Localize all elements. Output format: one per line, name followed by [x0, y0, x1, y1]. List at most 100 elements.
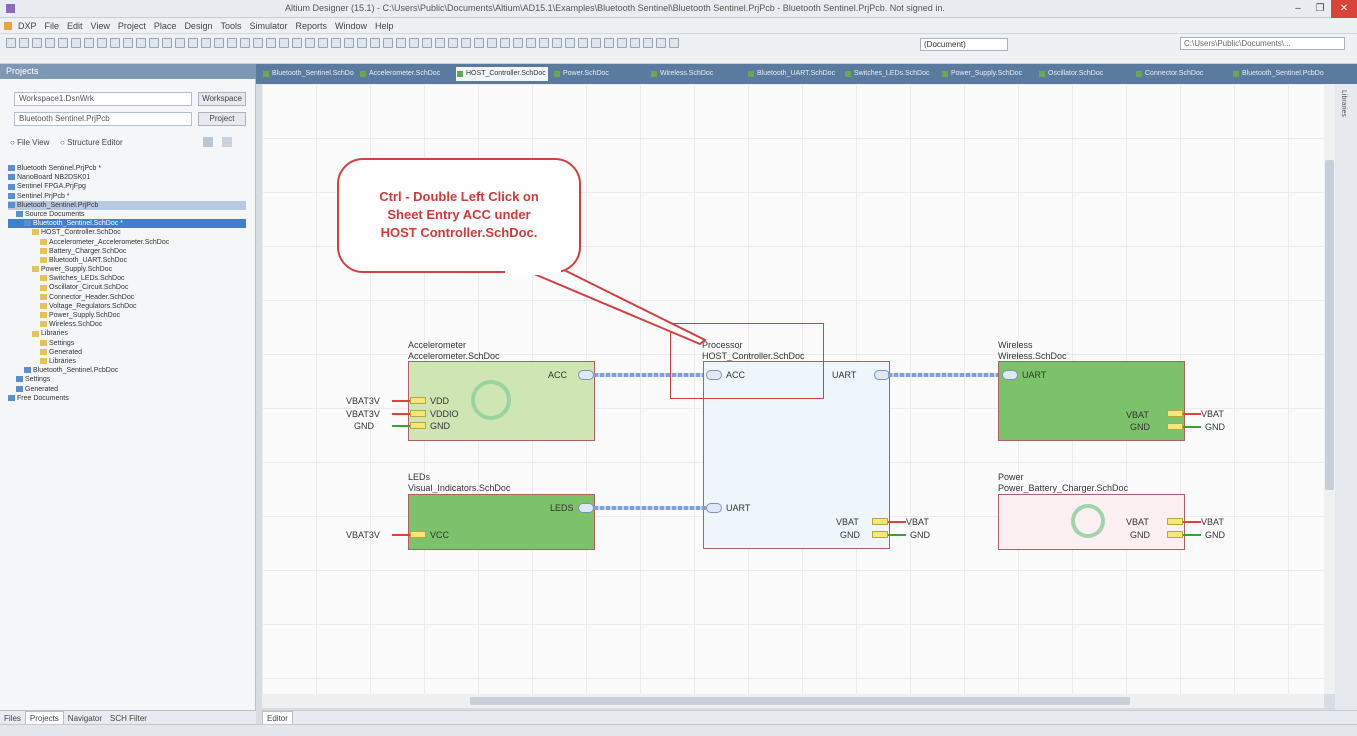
document-tab[interactable]: Bluetooth_Sentinel.PcbDoc: [1232, 67, 1324, 81]
toolbar-icon[interactable]: [214, 38, 224, 48]
tree-item[interactable]: Wireless.SchDoc: [8, 320, 246, 329]
tree-item[interactable]: Power_Supply.SchDoc: [8, 265, 246, 274]
toolbar-icon[interactable]: [552, 38, 562, 48]
toolbar-icon[interactable]: [227, 38, 237, 48]
toolbar-icon[interactable]: [370, 38, 380, 48]
toolbar-icon[interactable]: [487, 38, 497, 48]
dxp-icon[interactable]: [4, 22, 12, 30]
toolbar-icon[interactable]: [188, 38, 198, 48]
toolbar-icon[interactable]: [110, 38, 120, 48]
tree-item[interactable]: Bluetooth_Sentinel.PrjPcb: [8, 200, 246, 210]
structure-editor-radio[interactable]: ○ Structure Editor: [60, 138, 123, 147]
menu-design[interactable]: Design: [180, 18, 216, 34]
toolbar-icon[interactable]: [513, 38, 523, 48]
toolbar-icon[interactable]: [474, 38, 484, 48]
document-tab[interactable]: Bluetooth_Sentinel.SchDoc: [262, 67, 354, 81]
toolbar-icon[interactable]: [292, 38, 302, 48]
toolbar-icon[interactable]: [539, 38, 549, 48]
toolbar-icon[interactable]: [240, 38, 250, 48]
tree-item[interactable]: Source Documents: [8, 210, 246, 219]
toolbar-icon[interactable]: [45, 38, 55, 48]
toolbar-icon[interactable]: [643, 38, 653, 48]
toolbar-icon[interactable]: [149, 38, 159, 48]
tree-item[interactable]: Bluetooth_Sentinel.SchDoc *: [8, 219, 246, 229]
sheet-entry-acc[interactable]: ACC: [548, 370, 567, 380]
toolbar-icon[interactable]: [617, 38, 627, 48]
horizontal-scroll-thumb[interactable]: [470, 697, 1130, 705]
menu-window[interactable]: Window: [331, 18, 371, 34]
tree-item[interactable]: Generated: [8, 348, 246, 357]
menu-edit[interactable]: Edit: [63, 18, 87, 34]
sheet-entry-wireless-uart[interactable]: UART: [1022, 370, 1046, 380]
toolbar-icon[interactable]: [344, 38, 354, 48]
menu-dxp[interactable]: DXP: [14, 18, 41, 34]
toolbar-icon[interactable]: [71, 38, 81, 48]
tree-item[interactable]: Settings: [8, 375, 246, 384]
toolbar-icon[interactable]: [656, 38, 666, 48]
toolbar-icon[interactable]: [97, 38, 107, 48]
toolbar-icon[interactable]: [630, 38, 640, 48]
workspace-button[interactable]: Workspace: [198, 92, 246, 106]
minimize-button[interactable]: –: [1287, 0, 1309, 18]
sheet-entry-host-uart[interactable]: UART: [832, 370, 856, 380]
refresh-icon[interactable]: [203, 137, 213, 147]
close-button[interactable]: ✕: [1331, 0, 1357, 18]
menu-project[interactable]: Project: [114, 18, 150, 34]
tree-item[interactable]: Switches_LEDs.SchDoc: [8, 274, 246, 283]
vertical-scroll-thumb[interactable]: [1325, 160, 1334, 490]
toolbar-icon[interactable]: [318, 38, 328, 48]
menu-simulator[interactable]: Simulator: [245, 18, 291, 34]
menu-reports[interactable]: Reports: [291, 18, 331, 34]
tree-item[interactable]: Sentinel FPGA.PrjFpg: [8, 182, 246, 191]
toolbar-icon[interactable]: [357, 38, 367, 48]
toolbar-icon[interactable]: [253, 38, 263, 48]
tree-item[interactable]: Bluetooth_Sentinel.PcbDoc: [8, 366, 246, 375]
settings-icon[interactable]: [222, 137, 232, 147]
tree-item[interactable]: Accelerometer_Accelerometer.SchDoc: [8, 238, 246, 247]
menu-file[interactable]: File: [41, 18, 64, 34]
toolbar-icon[interactable]: [461, 38, 471, 48]
toolbar-icon[interactable]: [136, 38, 146, 48]
workspace-select[interactable]: Workspace1.DsnWrk: [14, 92, 192, 106]
maximize-button[interactable]: ❐: [1309, 0, 1331, 18]
document-tab[interactable]: Wireless.SchDoc: [650, 67, 742, 81]
tree-item[interactable]: Bluetooth_UART.SchDoc: [8, 256, 246, 265]
tree-item[interactable]: Libraries: [8, 357, 246, 366]
document-tab[interactable]: Bluetooth_UART.SchDoc: [747, 67, 839, 81]
document-tab[interactable]: Connector.SchDoc: [1135, 67, 1227, 81]
toolbar-icon[interactable]: [175, 38, 185, 48]
toolbar-icon[interactable]: [331, 38, 341, 48]
document-tab[interactable]: Oscillator.SchDoc: [1038, 67, 1130, 81]
document-tab[interactable]: Power.SchDoc: [553, 67, 645, 81]
path-input[interactable]: C:\Users\Public\Documents\...: [1180, 37, 1345, 50]
libraries-panel-tab[interactable]: Libraries: [1340, 90, 1347, 117]
toolbar-icon[interactable]: [578, 38, 588, 48]
sheet-symbol-power[interactable]: [998, 494, 1185, 550]
menu-help[interactable]: Help: [371, 18, 398, 34]
menu-tools[interactable]: Tools: [216, 18, 245, 34]
toolbar-icon[interactable]: [526, 38, 536, 48]
toolbar-icon[interactable]: [32, 38, 42, 48]
tree-item[interactable]: Sentinel.PrjPcb *: [8, 192, 246, 201]
toolbar-icon[interactable]: [669, 38, 679, 48]
document-select[interactable]: (Document): [920, 38, 1008, 51]
tree-item[interactable]: Battery_Charger.SchDoc: [8, 247, 246, 256]
menu-view[interactable]: View: [87, 18, 114, 34]
toolbar-icon[interactable]: [565, 38, 575, 48]
menu-place[interactable]: Place: [150, 18, 181, 34]
sheet-entry-leds[interactable]: LEDS: [550, 503, 574, 513]
toolbar-icon[interactable]: [201, 38, 211, 48]
toolbar-icon[interactable]: [279, 38, 289, 48]
toolbar-icon[interactable]: [305, 38, 315, 48]
toolbar-icon[interactable]: [266, 38, 276, 48]
tree-item[interactable]: Oscillator_Circuit.SchDoc: [8, 283, 246, 292]
document-tab[interactable]: Accelerometer.SchDoc: [359, 67, 451, 81]
tab-editor[interactable]: Editor: [262, 711, 293, 725]
tree-item[interactable]: Settings: [8, 339, 246, 348]
project-button[interactable]: Project: [198, 112, 246, 126]
tab-projects[interactable]: Projects: [24, 711, 64, 725]
toolbar-icon[interactable]: [422, 38, 432, 48]
tree-item[interactable]: Generated: [8, 385, 246, 394]
document-tab[interactable]: HOST_Controller.SchDoc: [456, 67, 548, 81]
tree-item[interactable]: Libraries: [8, 329, 246, 338]
